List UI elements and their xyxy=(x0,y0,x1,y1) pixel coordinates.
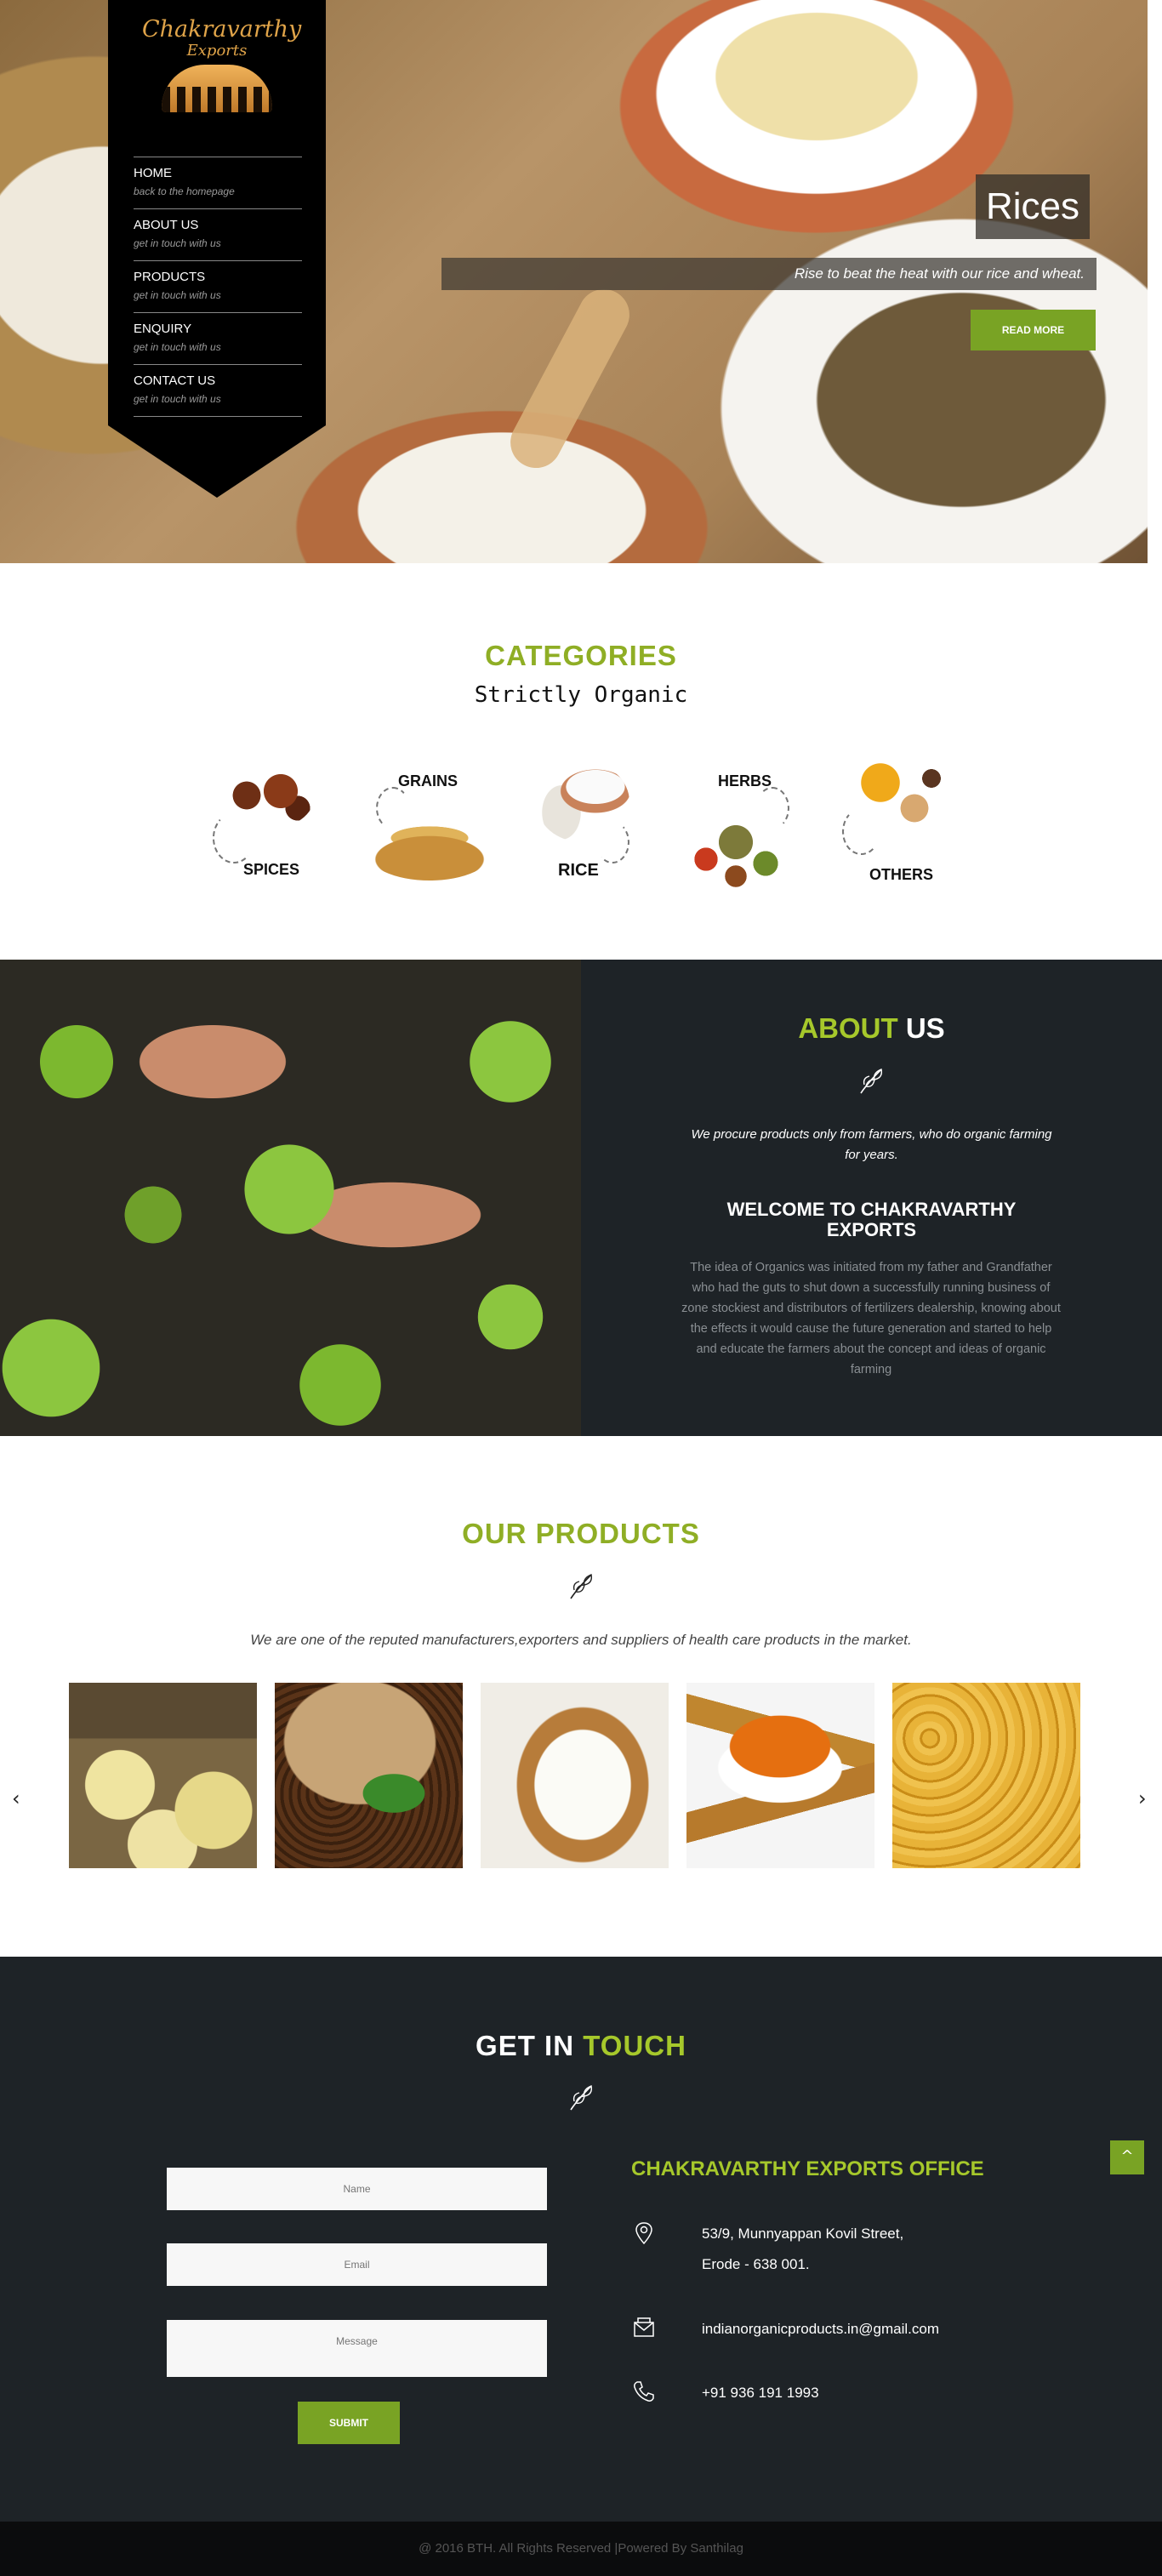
nav-item-contact[interactable]: CONTACT US get in touch with us xyxy=(134,364,302,417)
logo-title: Chakravarthy xyxy=(142,16,302,43)
about-image-seedlings xyxy=(0,960,581,1436)
nav-item-enquiry[interactable]: ENQUIRY get in touch with us xyxy=(134,312,302,364)
side-navigation: Chakravarthy Exports HOME back to the ho… xyxy=(108,0,326,498)
arrow-arc xyxy=(213,812,255,863)
category-others[interactable]: OTHERS xyxy=(838,757,965,893)
email-field[interactable] xyxy=(167,2243,547,2286)
nav-item-products[interactable]: PRODUCTS get in touch with us xyxy=(134,260,302,312)
category-grains[interactable]: GRAINS xyxy=(357,766,493,893)
product-image-jaggery[interactable] xyxy=(69,1683,257,1868)
category-label: GRAINS xyxy=(398,772,459,789)
site-logo[interactable]: Chakravarthy Exports xyxy=(142,16,302,136)
name-field[interactable] xyxy=(167,2168,547,2210)
nav-item-label: ENQUIRY xyxy=(134,322,192,336)
back-to-top-button[interactable]: ^ xyxy=(1110,2140,1144,2174)
logo-emblem xyxy=(162,65,272,112)
products-title: OUR PRODUCTS xyxy=(462,1518,700,1549)
product-image-rice[interactable] xyxy=(481,1683,669,1868)
leaf-icon xyxy=(860,1069,883,1094)
mail-icon xyxy=(634,2317,654,2337)
nav-item-sublabel: back to the homepage xyxy=(134,185,235,197)
slide-title: Rices xyxy=(976,174,1091,239)
about-body: The idea of Organics was initiated from … xyxy=(681,1261,1061,1376)
slide-caption: Rise to beat the heat with our rice and … xyxy=(441,258,1096,290)
address-line-1: 53/9, Munnyappan Kovil Street, xyxy=(702,2226,904,2242)
herbs-image xyxy=(681,804,791,889)
grains-image xyxy=(366,821,493,881)
read-more-button[interactable]: READ MORE xyxy=(971,310,1096,350)
message-field[interactable] xyxy=(167,2320,547,2377)
nav-item-home[interactable]: HOME back to the homepage xyxy=(134,157,302,208)
carousel-prev-button[interactable]: ‹ xyxy=(12,1787,20,1810)
submit-button[interactable]: SUBMIT xyxy=(298,2402,400,2444)
about-heading: WELCOME TO CHAKRAVARTHY EXPORTS xyxy=(726,1199,1017,1240)
nav-item-label: ABOUT US xyxy=(134,218,199,232)
category-rice[interactable]: RICE xyxy=(527,761,647,889)
about-quote: We procure products only from farmers, w… xyxy=(691,1127,1052,1162)
category-label: RICE xyxy=(558,861,599,880)
products-description: We are one of the reputed manufacturers,… xyxy=(250,1632,912,1648)
carousel-next-button[interactable]: › xyxy=(1138,1787,1147,1810)
phone-icon xyxy=(634,2381,654,2402)
contact-title: GET IN TOUCH xyxy=(0,2030,1162,2062)
categories-subtitle: Strictly Organic xyxy=(474,682,688,708)
nav-item-about[interactable]: ABOUT US get in touch with us xyxy=(134,208,302,260)
nav-item-sublabel: get in touch with us xyxy=(134,289,221,301)
product-image-coffee-beans[interactable] xyxy=(275,1683,463,1868)
main-menu: HOME back to the homepage ABOUT US get i… xyxy=(134,157,302,417)
category-label: HERBS xyxy=(718,772,772,789)
wooden-spoon xyxy=(501,280,639,477)
location-pin-icon xyxy=(635,2222,652,2245)
nav-item-label: PRODUCTS xyxy=(134,270,206,284)
address-line-2: Erode - 638 001. xyxy=(702,2256,810,2272)
email-link[interactable]: indianorganicproducts.in@gmail.com xyxy=(702,2314,939,2344)
nav-item-sublabel: get in touch with us xyxy=(134,393,221,405)
product-image-turmeric[interactable] xyxy=(686,1683,874,1868)
about-title: ABOUT US xyxy=(581,1012,1162,1045)
about-title-part2: US xyxy=(905,1012,945,1044)
nav-item-label: CONTACT US xyxy=(134,373,216,388)
nav-item-label: HOME xyxy=(134,166,172,180)
category-label: SPICES xyxy=(243,861,300,878)
category-spices[interactable]: SPICES xyxy=(213,761,332,889)
nav-item-sublabel: get in touch with us xyxy=(134,237,221,249)
phone-number[interactable]: +91 936 191 1993 xyxy=(702,2378,819,2408)
leaf-icon xyxy=(570,2085,593,2111)
logo-subtitle: Exports xyxy=(186,42,248,60)
about-title-part1: ABOUT xyxy=(798,1012,898,1044)
category-herbs[interactable]: HERBS xyxy=(672,766,808,893)
nav-item-sublabel: get in touch with us xyxy=(134,341,221,353)
product-image-dal[interactable] xyxy=(892,1683,1080,1868)
arrow-arc xyxy=(595,821,629,863)
hero-slider: Chakravarthy Exports HOME back to the ho… xyxy=(0,0,1148,563)
contact-title-part1: GET IN xyxy=(476,2030,575,2061)
leaf-icon xyxy=(570,1574,593,1599)
category-label: OTHERS xyxy=(869,866,934,883)
categories-title: CATEGORIES xyxy=(485,640,677,671)
footer-copyright: @ 2016 BTH. All Rights Reserved |Powered… xyxy=(0,2522,1162,2576)
contact-title-part2: TOUCH xyxy=(583,2030,686,2061)
arrow-arc xyxy=(842,808,880,855)
office-title: CHAKRAVARTHY EXPORTS OFFICE xyxy=(631,2157,984,2180)
